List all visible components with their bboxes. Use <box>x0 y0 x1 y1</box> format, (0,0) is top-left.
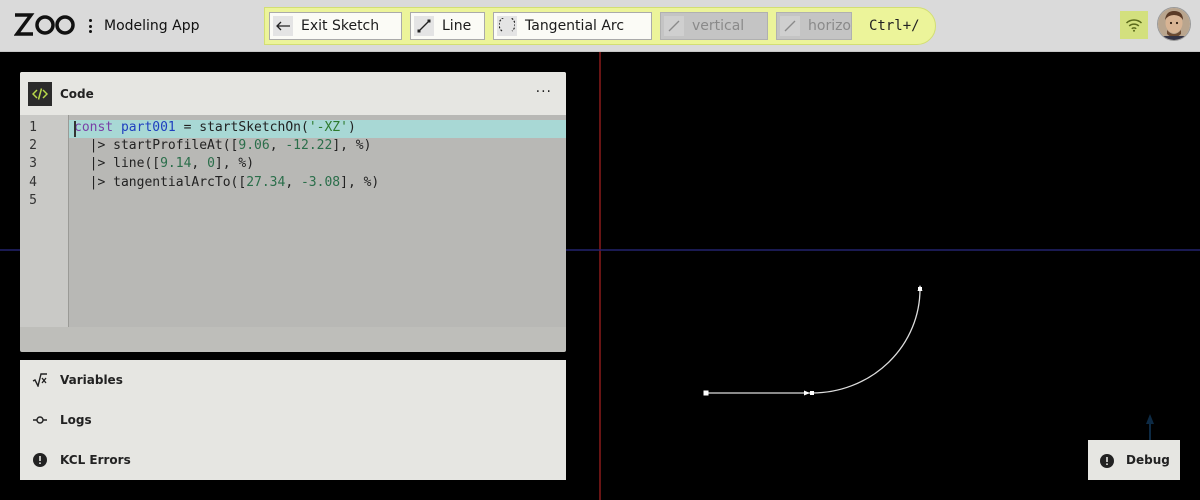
kebab-menu-icon <box>88 19 92 33</box>
code-token: , <box>191 156 208 171</box>
code-token: -12.22 <box>285 138 333 153</box>
code-token: ) <box>347 120 356 135</box>
code-pane-title: Code <box>60 86 94 101</box>
debug-pane-toggle[interactable]: Debug <box>1088 440 1180 480</box>
code-pane: Code ··· 1 2 3 4 5 const part001 = start… <box>20 72 566 352</box>
line-icon <box>414 16 434 36</box>
kcl-errors-pane-label: KCL Errors <box>60 453 131 467</box>
line-number: 3 <box>29 156 37 171</box>
arc-end-handle[interactable] <box>918 287 922 291</box>
tangential-arc-tool-button[interactable]: Tangential Arc <box>493 12 652 40</box>
bottom-panels: Variables Logs KCL Errors <box>20 360 566 480</box>
alert-circle-icon <box>1100 453 1114 468</box>
code-token: -3.08 <box>300 175 341 190</box>
code-line: |> startProfileAt([9.06, -12.22], %) <box>74 138 372 153</box>
code-token: |> startProfileAt([ <box>74 138 239 153</box>
code-token: |> tangentialArcTo([ <box>74 175 247 190</box>
code-token: ], %) <box>332 138 372 153</box>
sketch-toolbar: Exit Sketch Line Tangential Arc vertical… <box>264 7 936 45</box>
app-header: Modeling App Exit Sketch Line Tangential… <box>0 0 1200 52</box>
line-tool-button[interactable]: Line <box>410 12 485 40</box>
user-avatar[interactable] <box>1157 7 1191 41</box>
code-token: |> line([ <box>74 156 161 171</box>
z-axis-arrow-icon <box>1146 414 1154 424</box>
tangential-arc-icon <box>497 16 517 36</box>
code-token: 9.06 <box>238 138 270 153</box>
arrow-left-icon <box>273 16 293 36</box>
line-icon <box>664 16 684 36</box>
line-number: 1 <box>29 120 37 135</box>
line-number: 4 <box>29 175 37 190</box>
network-health-button[interactable] <box>1120 11 1148 39</box>
code-editor[interactable]: 1 2 3 4 5 const part001 = startSketchOn(… <box>20 115 566 327</box>
variables-pane-toggle[interactable]: Variables <box>20 360 566 400</box>
line-number: 5 <box>29 193 37 208</box>
code-line: const part001 = startSketchOn('-XZ') <box>74 120 356 135</box>
code-icon <box>28 81 52 106</box>
logs-pane-label: Logs <box>60 413 92 427</box>
horizontal-constraint-button[interactable]: horizo <box>776 12 852 40</box>
code-token: = startSketchOn( <box>175 120 309 135</box>
wifi-icon <box>1125 19 1143 32</box>
line-number: 2 <box>29 138 37 153</box>
code-line: |> tangentialArcTo([27.34, -3.08], %) <box>74 175 380 190</box>
debug-label: Debug <box>1126 453 1170 467</box>
code-token: onst <box>81 120 121 135</box>
code-token: ], %) <box>214 156 255 171</box>
square-root-icon <box>32 372 48 388</box>
kcl-errors-pane-toggle[interactable]: KCL Errors <box>20 440 566 480</box>
code-token: '-XZ' <box>308 120 348 135</box>
segment-end-handle[interactable] <box>810 391 814 395</box>
code-token: , <box>269 138 286 153</box>
alert-circle-icon <box>32 452 48 468</box>
segment-arrow-icon <box>804 390 810 396</box>
profile-start-handle[interactable] <box>703 390 709 396</box>
sketch-tangential-arc[interactable] <box>811 288 921 394</box>
commit-icon <box>32 412 48 428</box>
command-shortcut-hint: Ctrl+/ <box>869 18 920 34</box>
code-token: 0 <box>207 156 215 171</box>
code-token: ], %) <box>340 175 380 190</box>
tangential-arc-tool-label: Tangential Arc <box>525 18 625 34</box>
vertical-constraint-label: vertical <box>692 18 745 34</box>
code-pane-menu-button[interactable]: ··· <box>536 84 552 100</box>
exit-sketch-button[interactable]: Exit Sketch <box>269 12 402 40</box>
variables-pane-label: Variables <box>60 373 123 387</box>
line-icon <box>780 16 800 36</box>
app-menu-button[interactable]: Modeling App <box>88 16 199 36</box>
logs-pane-toggle[interactable]: Logs <box>20 400 566 440</box>
zoo-logo[interactable] <box>14 12 76 38</box>
text-cursor <box>74 121 76 137</box>
code-pane-header: Code ··· <box>20 72 566 115</box>
code-token: 27.34 <box>246 175 286 190</box>
code-token: 9.14 <box>160 156 192 171</box>
exit-sketch-label: Exit Sketch <box>301 18 380 34</box>
line-tool-label: Line <box>442 18 472 34</box>
code-line: |> line([9.14, 0], %) <box>74 156 254 171</box>
line-number-gutter: 1 2 3 4 5 <box>20 115 69 327</box>
horizontal-constraint-label: horizo <box>808 18 851 34</box>
app-title: Modeling App <box>104 18 200 34</box>
code-token: part001 <box>120 120 176 135</box>
vertical-constraint-button[interactable]: vertical <box>660 12 768 40</box>
code-token: , <box>285 175 301 190</box>
